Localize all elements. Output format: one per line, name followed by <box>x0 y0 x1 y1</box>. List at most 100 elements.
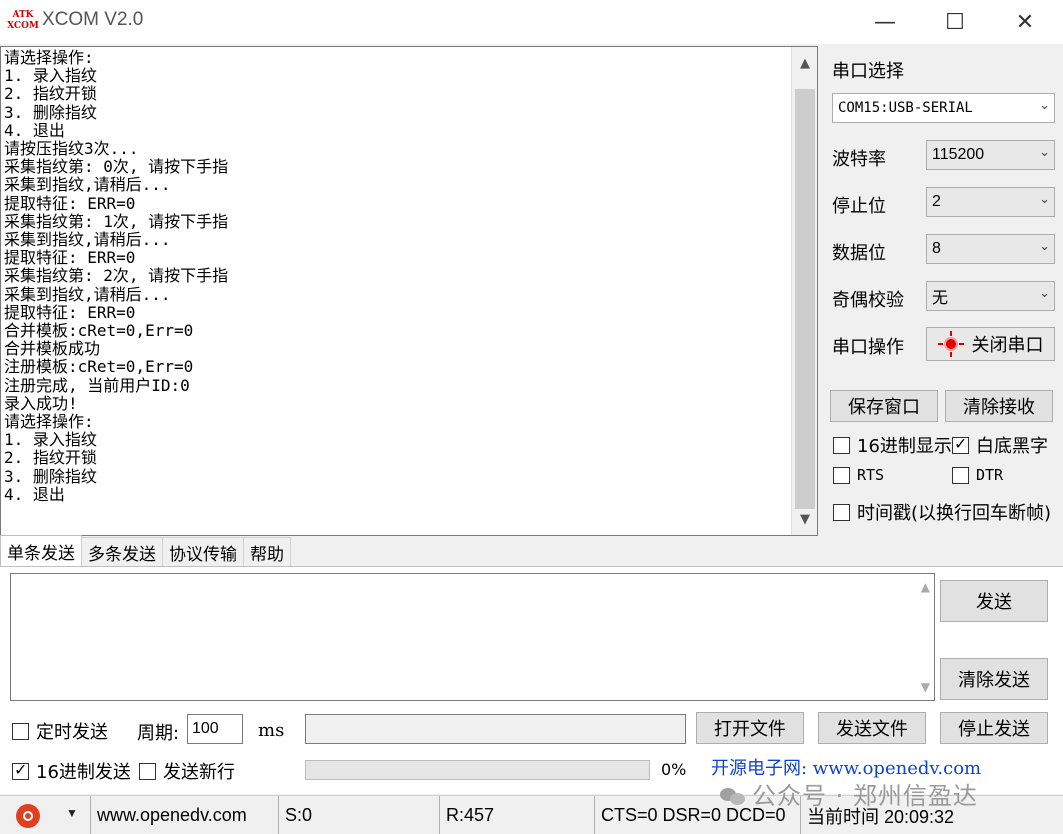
close-button[interactable]: ✕ <box>990 0 1060 44</box>
chevron-down-icon: ⌄ <box>1039 145 1050 160</box>
send-progress-bar <box>305 760 650 780</box>
baud-select[interactable]: 115200 ⌄ <box>926 140 1055 170</box>
period-label: 周期: <box>137 723 180 744</box>
tab-multi-send[interactable]: 多条发送 <box>81 537 163 567</box>
received-count: R:457 <box>446 805 495 825</box>
rts-label: RTS <box>857 466 885 484</box>
logo-text-bottom: XCOM <box>7 21 39 31</box>
close-port-label: 关闭串口 <box>971 335 1044 356</box>
checkbox-box <box>12 760 29 780</box>
send-newline-checkbox[interactable]: 发送新行 <box>139 758 235 784</box>
clear-send-button[interactable]: 清除发送 <box>940 658 1048 700</box>
tab-protocol[interactable]: 协议传输 <box>162 537 244 567</box>
status-received: R:457 <box>440 796 595 834</box>
rts-checkbox[interactable]: RTS <box>833 466 884 484</box>
send-input[interactable]: ▲ ▼ <box>10 573 935 701</box>
port-select[interactable]: COM15:USB-SERIAL ⌄ <box>832 93 1055 123</box>
file-path-input[interactable] <box>305 714 686 744</box>
status-url-text: www.openedv.com <box>97 805 247 825</box>
receive-text[interactable]: 请选择操作: 1. 录入指纹 2. 指纹开锁 3. 删除指纹 4. 退出 请按压… <box>4 49 789 533</box>
dtr-checkbox[interactable]: DTR <box>952 466 1003 484</box>
timestamp-checkbox[interactable]: 时间戳(以换行回车断帧) <box>833 499 1051 525</box>
chevron-down-icon: ⌄ <box>1039 192 1050 207</box>
checkbox-box <box>952 466 969 484</box>
scroll-down-icon[interactable]: ▼ <box>792 505 818 533</box>
logo-text-top: ATK <box>12 10 34 20</box>
stopbits-select[interactable]: 2 ⌄ <box>926 187 1055 217</box>
databits-value: 8 <box>932 240 941 257</box>
maximize-button[interactable]: ☐ <box>920 0 990 44</box>
parity-select[interactable]: 无 ⌄ <box>926 281 1055 311</box>
minimize-button[interactable]: — <box>850 0 920 44</box>
send-panel: ▲ ▼ 发送 清除发送 定时发送 周期: 100 ms 打开文件 发送文件 停止… <box>0 566 1063 794</box>
databits-select[interactable]: 8 ⌄ <box>926 234 1055 264</box>
chevron-down-icon[interactable]: ▼ <box>66 806 78 820</box>
stop-send-button[interactable]: 停止发送 <box>940 712 1048 744</box>
save-window-button[interactable]: 保存窗口 <box>830 390 938 422</box>
close-icon: ✕ <box>1015 9 1035 35</box>
timestamp-label: 时间戳(以换行回车断帧) <box>857 503 1052 524</box>
databits-label: 数据位 <box>832 243 886 264</box>
port-value: COM15:USB-SERIAL <box>838 100 973 116</box>
white-bg-label: 白底黑字 <box>976 436 1048 457</box>
chevron-down-icon: ⌄ <box>1039 98 1050 113</box>
status-sent: S:0 <box>279 796 440 834</box>
white-bg-checkbox[interactable]: 白底黑字 <box>952 432 1048 458</box>
checkbox-box <box>833 503 850 521</box>
status-menu[interactable]: ▼ <box>0 796 91 834</box>
minimize-icon: — <box>874 9 896 35</box>
hex-send-checkbox[interactable]: 16进制发送 <box>12 758 131 784</box>
wechat-icon <box>720 786 746 806</box>
send-tabs: 单条发送 多条发送 协议传输 帮助 <box>0 535 291 567</box>
tab-help[interactable]: 帮助 <box>243 537 291 567</box>
stopbits-label: 停止位 <box>832 196 886 217</box>
scroll-up-icon[interactable]: ▲ <box>921 580 930 594</box>
send-button[interactable]: 发送 <box>940 580 1048 622</box>
close-port-button[interactable]: 关闭串口 <box>926 327 1055 361</box>
tab-single-send[interactable]: 单条发送 <box>0 535 82 567</box>
checkbox-box <box>12 722 29 740</box>
maximize-icon: ☐ <box>945 9 965 35</box>
app-logo: ATK XCOM <box>7 8 39 34</box>
progress-percent: 0% <box>661 760 687 779</box>
chevron-down-icon: ⌄ <box>1039 286 1050 301</box>
port-operation-label: 串口操作 <box>832 337 904 358</box>
timed-send-label: 定时发送 <box>36 722 108 743</box>
stopbits-value: 2 <box>932 193 941 210</box>
watermark: 公众号 · 郑州信盈达 <box>720 776 978 811</box>
baud-value: 115200 <box>932 146 985 163</box>
scroll-down-icon[interactable]: ▼ <box>921 680 930 694</box>
send-file-button[interactable]: 发送文件 <box>818 712 926 744</box>
scroll-up-icon[interactable]: ▲ <box>792 49 818 77</box>
period-input[interactable]: 100 <box>187 714 243 744</box>
title-bar: ATK XCOM XCOM V2.0 — ☐ ✕ <box>0 0 1063 44</box>
chevron-down-icon: ⌄ <box>1039 239 1050 254</box>
hex-send-label: 16进制发送 <box>36 762 131 783</box>
period-unit: ms <box>258 720 285 741</box>
baud-label: 波特率 <box>832 149 886 170</box>
dtr-label: DTR <box>976 466 1004 484</box>
watermark-text: 公众号 · 郑州信盈达 <box>752 782 978 810</box>
app-menu-icon[interactable] <box>16 804 40 828</box>
parity-label: 奇偶校验 <box>832 290 904 311</box>
checkbox-box <box>952 434 969 454</box>
status-led-icon <box>937 331 964 357</box>
parity-value: 无 <box>932 290 949 307</box>
send-newline-label: 发送新行 <box>163 762 235 783</box>
checkbox-box <box>139 762 156 780</box>
open-file-button[interactable]: 打开文件 <box>696 712 804 744</box>
status-url[interactable]: www.openedv.com <box>91 796 279 834</box>
receive-area[interactable]: 请选择操作: 1. 录入指纹 2. 指纹开锁 3. 删除指纹 4. 退出 请按压… <box>0 46 818 536</box>
checkbox-box <box>833 466 850 484</box>
timed-send-checkbox[interactable]: 定时发送 <box>12 718 108 744</box>
period-value: 100 <box>192 720 219 737</box>
hex-display-label: 16进制显示 <box>857 436 952 457</box>
clear-receive-button[interactable]: 清除接收 <box>945 390 1053 422</box>
checkbox-box <box>833 436 850 454</box>
sent-count: S:0 <box>285 805 313 825</box>
hex-display-checkbox[interactable]: 16进制显示 <box>833 432 952 458</box>
scroll-thumb[interactable] <box>795 89 815 509</box>
port-select-label: 串口选择 <box>832 61 904 82</box>
window-title: XCOM V2.0 <box>42 9 144 30</box>
receive-scrollbar[interactable]: ▲ ▼ <box>791 47 817 535</box>
